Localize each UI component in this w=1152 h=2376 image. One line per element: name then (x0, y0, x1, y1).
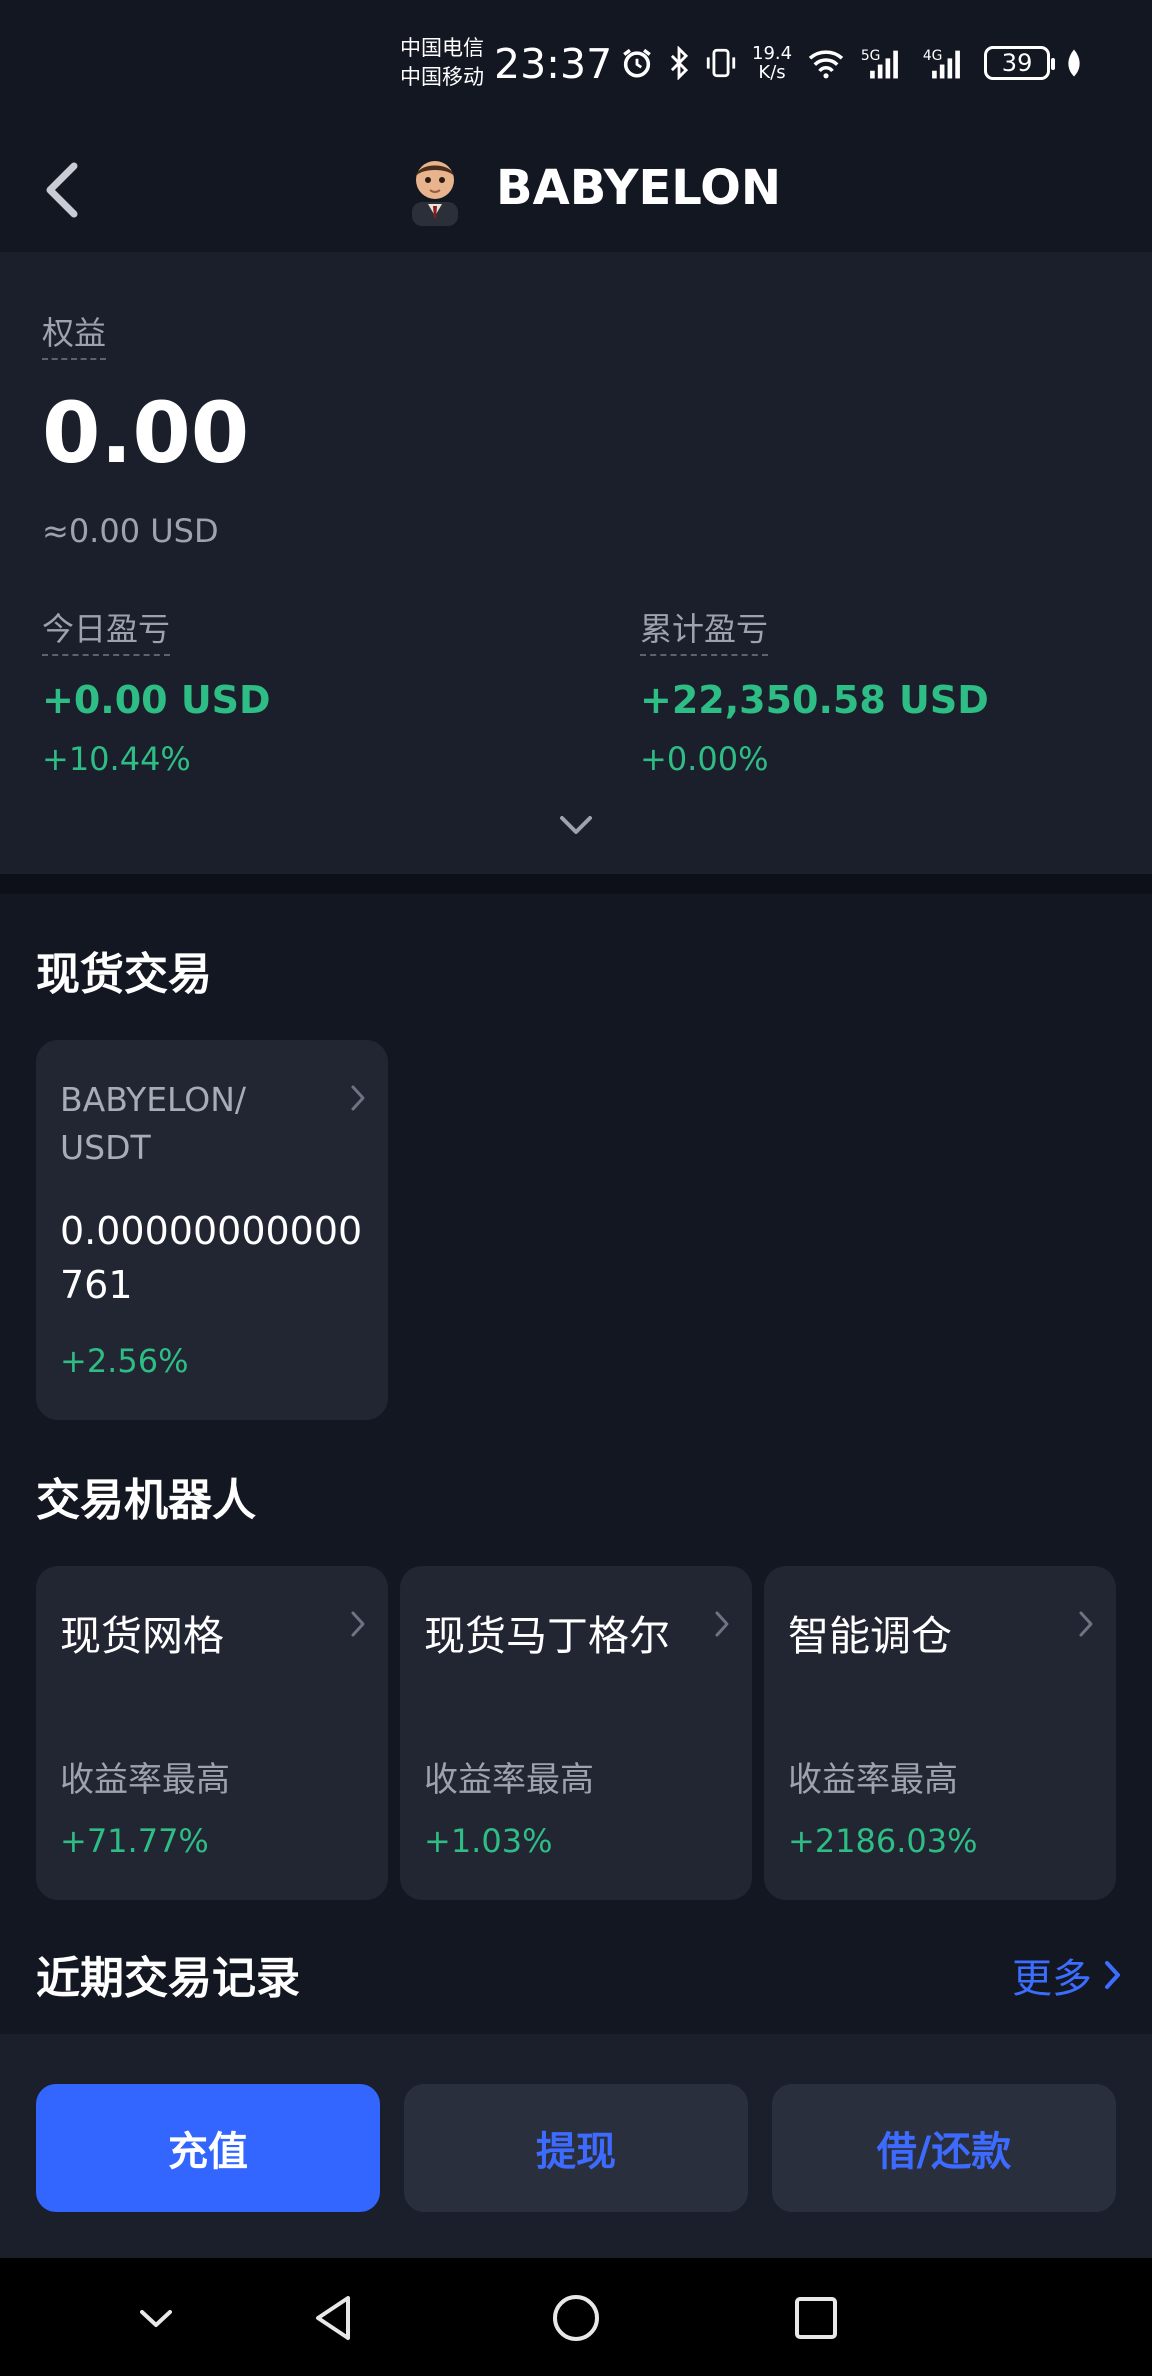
more-link[interactable]: 更多 (1012, 1946, 1122, 2004)
net-speed-unit: K/s (758, 62, 786, 83)
chevron-right-icon (1105, 1961, 1120, 1989)
chevron-right-icon (351, 1085, 365, 1111)
leaf-icon (1068, 49, 1080, 77)
header: BABYELON (0, 130, 1152, 252)
bot-rate: +71.77% (60, 1822, 209, 1860)
borrow-repay-button[interactable]: 借/还款 (772, 2084, 1116, 2212)
bluetooth-icon (670, 46, 689, 80)
carrier-1: 中国电信 (400, 36, 484, 60)
more-link-label: 更多 (1012, 1956, 1092, 2002)
chevron-down-icon[interactable] (556, 812, 596, 838)
today-pnl-label[interactable]: 今日盈亏 (42, 604, 171, 656)
home-circle-icon[interactable] (550, 2292, 602, 2344)
back-triangle-icon[interactable] (308, 2292, 360, 2344)
equity-panel: 权益 0.00 ≈0.00 USD 今日盈亏 +0.00 USD +10.44%… (0, 252, 1152, 874)
page: 中国电信 中国移动 23:37 19.4 K/s 5G 4G 39 BABYEL… (0, 0, 1152, 2376)
total-pnl: 累计盈亏 +22,350.58 USD +0.00% (640, 604, 989, 778)
svg-text:5G: 5G (861, 48, 881, 64)
spot-section-title: 现货交易 (36, 949, 212, 1000)
carrier-info: 中国电信 中国移动 (400, 34, 484, 92)
net-speed: 19.4 K/s (752, 44, 792, 82)
chevron-left-icon[interactable] (38, 160, 86, 220)
signal-4g-icon: 4G (923, 48, 960, 79)
spot-pair-name: BABYELON/ USDT (60, 1080, 247, 1167)
bot-name: 智能调仓 (788, 1612, 952, 1660)
recent-section-title: 近期交易记录 (36, 1953, 300, 2004)
battery-icon: 39 (984, 46, 1056, 80)
today-pnl: 今日盈亏 +0.00 USD +10.44% (42, 604, 271, 778)
net-speed-value: 19.4 (752, 43, 793, 64)
equity-label[interactable]: 权益 (42, 308, 107, 360)
total-pnl-label[interactable]: 累计盈亏 (640, 604, 769, 656)
chevron-down-icon[interactable] (130, 2292, 182, 2344)
today-pnl-percent: +10.44% (42, 740, 191, 778)
bots-section-title: 交易机器人 (36, 1475, 256, 1526)
svg-text:4G: 4G (923, 48, 943, 64)
bot-card-spot-martingale[interactable]: 现货马丁格尔 收益率最高 +1.03% (400, 1566, 752, 1900)
spot-pair-change: +2.56% (60, 1342, 189, 1380)
chevron-right-icon (715, 1611, 729, 1637)
equity-usd: ≈0.00 USD (42, 512, 219, 550)
chevron-right-icon (351, 1611, 365, 1637)
bot-name: 现货马丁格尔 (424, 1612, 670, 1660)
deposit-button[interactable]: 充值 (36, 2084, 380, 2212)
bot-sub-label: 收益率最高 (424, 1760, 594, 1800)
recents-square-icon[interactable] (790, 2292, 842, 2344)
bot-rate: +1.03% (424, 1822, 553, 1860)
withdraw-button[interactable]: 提现 (404, 2084, 748, 2212)
today-pnl-value: +0.00 USD (42, 678, 271, 722)
action-bar: 充值 提现 借/还款 (0, 2034, 1152, 2258)
spot-pair-price: 0.00000000000761 (60, 1209, 363, 1307)
status-icons: 19.4 K/s 5G 4G 39 (620, 44, 1084, 82)
total-pnl-percent: +0.00% (640, 740, 769, 778)
carrier-2: 中国移动 (400, 65, 484, 89)
total-pnl-value: +22,350.58 USD (640, 678, 989, 722)
status-bar: 中国电信 中国移动 23:37 19.4 K/s 5G 4G 39 (0, 0, 1152, 130)
bot-card-spot-grid[interactable]: 现货网格 收益率最高 +71.77% (36, 1566, 388, 1900)
section-divider (0, 874, 1152, 894)
bot-rate: +2186.03% (788, 1822, 978, 1860)
page-title: BABYELON (496, 160, 782, 216)
bot-name: 现货网格 (60, 1612, 224, 1660)
bot-sub-label: 收益率最高 (788, 1760, 958, 1800)
bot-card-smart-rebalance[interactable]: 智能调仓 收益率最高 +2186.03% (764, 1566, 1116, 1900)
avatar (412, 161, 458, 226)
vibrate-icon (706, 48, 736, 78)
alarm-icon (623, 48, 651, 78)
signal-5g-icon: 5G (861, 48, 898, 79)
system-nav-bar (0, 2258, 1152, 2376)
chevron-right-icon (1079, 1611, 1093, 1637)
bot-sub-label: 收益率最高 (60, 1760, 230, 1800)
spot-pair-card[interactable]: BABYELON/ USDT 0.00000000000761 +2.56% (36, 1040, 388, 1420)
wifi-icon (808, 50, 844, 79)
equity-value: 0.00 (42, 384, 250, 482)
clock: 23:37 (494, 40, 613, 88)
